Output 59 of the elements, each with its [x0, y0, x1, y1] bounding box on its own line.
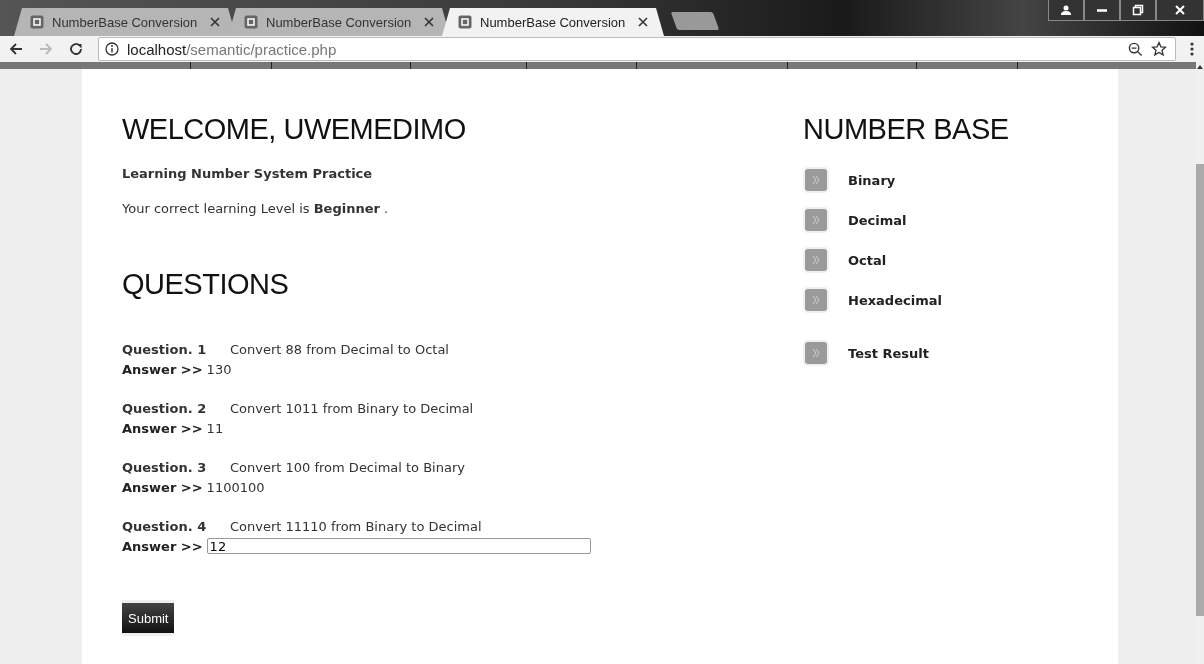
answer-label: Answer >>	[122, 361, 203, 377]
answer-label: Answer >>	[122, 538, 203, 554]
chevron-icon	[803, 167, 829, 193]
question-text: Convert 100 from Decimal to Binary	[230, 459, 465, 475]
sidebar-link[interactable]: Binary	[848, 172, 896, 188]
question-text: Convert 11110 from Binary to Decimal	[230, 518, 482, 534]
sidebar-link[interactable]: Hexadecimal	[848, 292, 942, 308]
answer-label: Answer >>	[122, 420, 203, 436]
answer-text: 130	[206, 361, 232, 377]
answer-label: Answer >>	[122, 479, 203, 495]
level-text: Your correct learning Level is Beginner .	[122, 201, 390, 216]
sidebar-link[interactable]: Test Result	[848, 345, 929, 361]
menu-icon[interactable]	[1190, 41, 1194, 57]
questions-heading: QUESTIONS	[122, 268, 290, 301]
answer-text: 11	[206, 420, 224, 436]
restore-icon	[1132, 4, 1144, 16]
subtitle: Learning Number System Practice	[122, 166, 374, 181]
chevron-icon	[803, 340, 829, 366]
profile-button[interactable]	[1048, 0, 1084, 21]
sidebar-heading: NUMBER BASE	[803, 113, 1010, 146]
question-label: Question. 3	[122, 459, 208, 475]
star-icon[interactable]	[1151, 41, 1167, 57]
tab-title: NumberBase Conversion	[266, 14, 413, 30]
close-icon	[1174, 4, 1186, 16]
chevron-icon	[803, 287, 829, 313]
scroll-up-icon[interactable]	[1196, 64, 1204, 70]
sidebar-link[interactable]: Decimal	[848, 212, 907, 228]
restore-button[interactable]	[1120, 0, 1156, 21]
sidebar-link[interactable]: Octal	[848, 252, 887, 268]
question-label: Question. 2	[122, 400, 208, 416]
reload-icon[interactable]	[68, 41, 84, 57]
back-icon[interactable]	[8, 41, 24, 57]
browser-tab[interactable]: NumberBase Conversion	[442, 8, 664, 36]
chevron-icon	[803, 207, 829, 233]
zoom-out-icon[interactable]	[1128, 41, 1143, 57]
welcome-heading: WELCOME, UWEMEDIMO	[122, 113, 467, 146]
tab-title: NumberBase Conversion	[480, 14, 627, 30]
close-icon[interactable]	[638, 17, 648, 27]
app-icon	[458, 15, 472, 29]
question-text: Convert 88 from Decimal to Octal	[230, 341, 449, 357]
question-label: Question. 4	[122, 518, 208, 534]
person-icon	[1060, 4, 1072, 16]
chevron-icon	[803, 247, 829, 273]
close-button[interactable]	[1156, 0, 1204, 21]
question-label: Question. 1	[122, 341, 208, 357]
answer-text: 1100100	[206, 479, 265, 495]
minimize-button[interactable]	[1084, 0, 1120, 21]
address-field[interactable]: localhost/semantic/practice.php	[98, 37, 1176, 61]
question-text: Convert 1011 from Binary to Decimal	[230, 400, 474, 416]
app-icon	[30, 15, 44, 29]
app-icon	[244, 15, 258, 29]
info-icon[interactable]	[105, 42, 119, 56]
minimize-icon	[1097, 8, 1107, 12]
tab-title: NumberBase Conversion	[52, 14, 199, 30]
submit-button[interactable]: Submit	[122, 600, 175, 636]
close-icon[interactable]	[424, 17, 434, 27]
answer-field[interactable]: 12	[206, 538, 591, 554]
new-tab-button[interactable]	[670, 12, 720, 30]
close-icon[interactable]	[210, 17, 220, 27]
